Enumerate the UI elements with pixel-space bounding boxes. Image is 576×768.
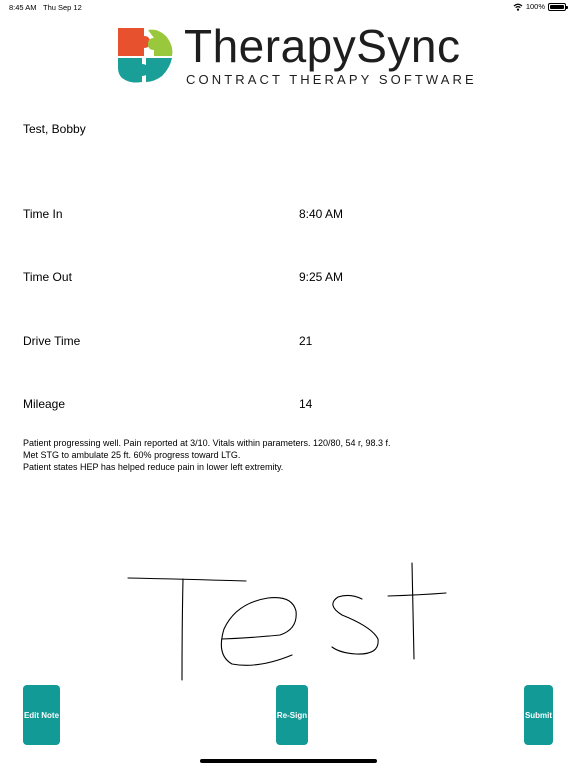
home-indicator[interactable] (200, 759, 377, 763)
field-value: 21 (299, 334, 313, 348)
patient-name: Test, Bobby (23, 122, 86, 136)
field-drive-time: Drive Time 21 (23, 334, 543, 350)
field-time-in: Time In 8:40 AM (23, 207, 543, 223)
status-date: Thu Sep 12 (43, 3, 82, 12)
status-right: 100% (513, 2, 568, 11)
logo-name: TherapySync (184, 20, 461, 72)
field-mileage: Mileage 14 (23, 397, 543, 413)
note-line: Met STG to ambulate 25 ft. 60% progress … (23, 450, 241, 460)
session-note: Patient progressing well. Pain reported … (23, 437, 543, 473)
battery-percent: 100% (525, 2, 545, 11)
edit-note-button[interactable]: Edit Note (23, 685, 60, 745)
note-line: Patient progressing well. Pain reported … (23, 438, 391, 448)
submit-button[interactable]: Submit (524, 685, 553, 745)
field-time-out: Time Out 9:25 AM (23, 270, 543, 286)
status-bar: 8:45 AM Thu Sep 12 100% (0, 0, 576, 14)
signature-pad[interactable] (120, 555, 460, 685)
therapysync-logo: TherapySync CONTRACT THERAPY SOFTWARE (114, 20, 474, 90)
note-line: Patient states HEP has helped reduce pai… (23, 462, 284, 472)
field-value: 9:25 AM (299, 270, 344, 284)
status-time: 8:45 AM (9, 3, 37, 12)
field-label: Time Out (23, 270, 72, 284)
field-label: Time In (23, 207, 63, 221)
battery-icon (548, 2, 568, 11)
re-sign-button[interactable]: Re-Sign (276, 685, 308, 745)
field-label: Mileage (23, 397, 66, 411)
field-value: 14 (299, 397, 313, 411)
puzzle-logo-icon (118, 28, 173, 83)
logo-tagline: CONTRACT THERAPY SOFTWARE (186, 72, 477, 87)
field-label: Drive Time (23, 334, 81, 348)
wifi-icon (513, 3, 523, 11)
field-value: 8:40 AM (299, 207, 344, 221)
